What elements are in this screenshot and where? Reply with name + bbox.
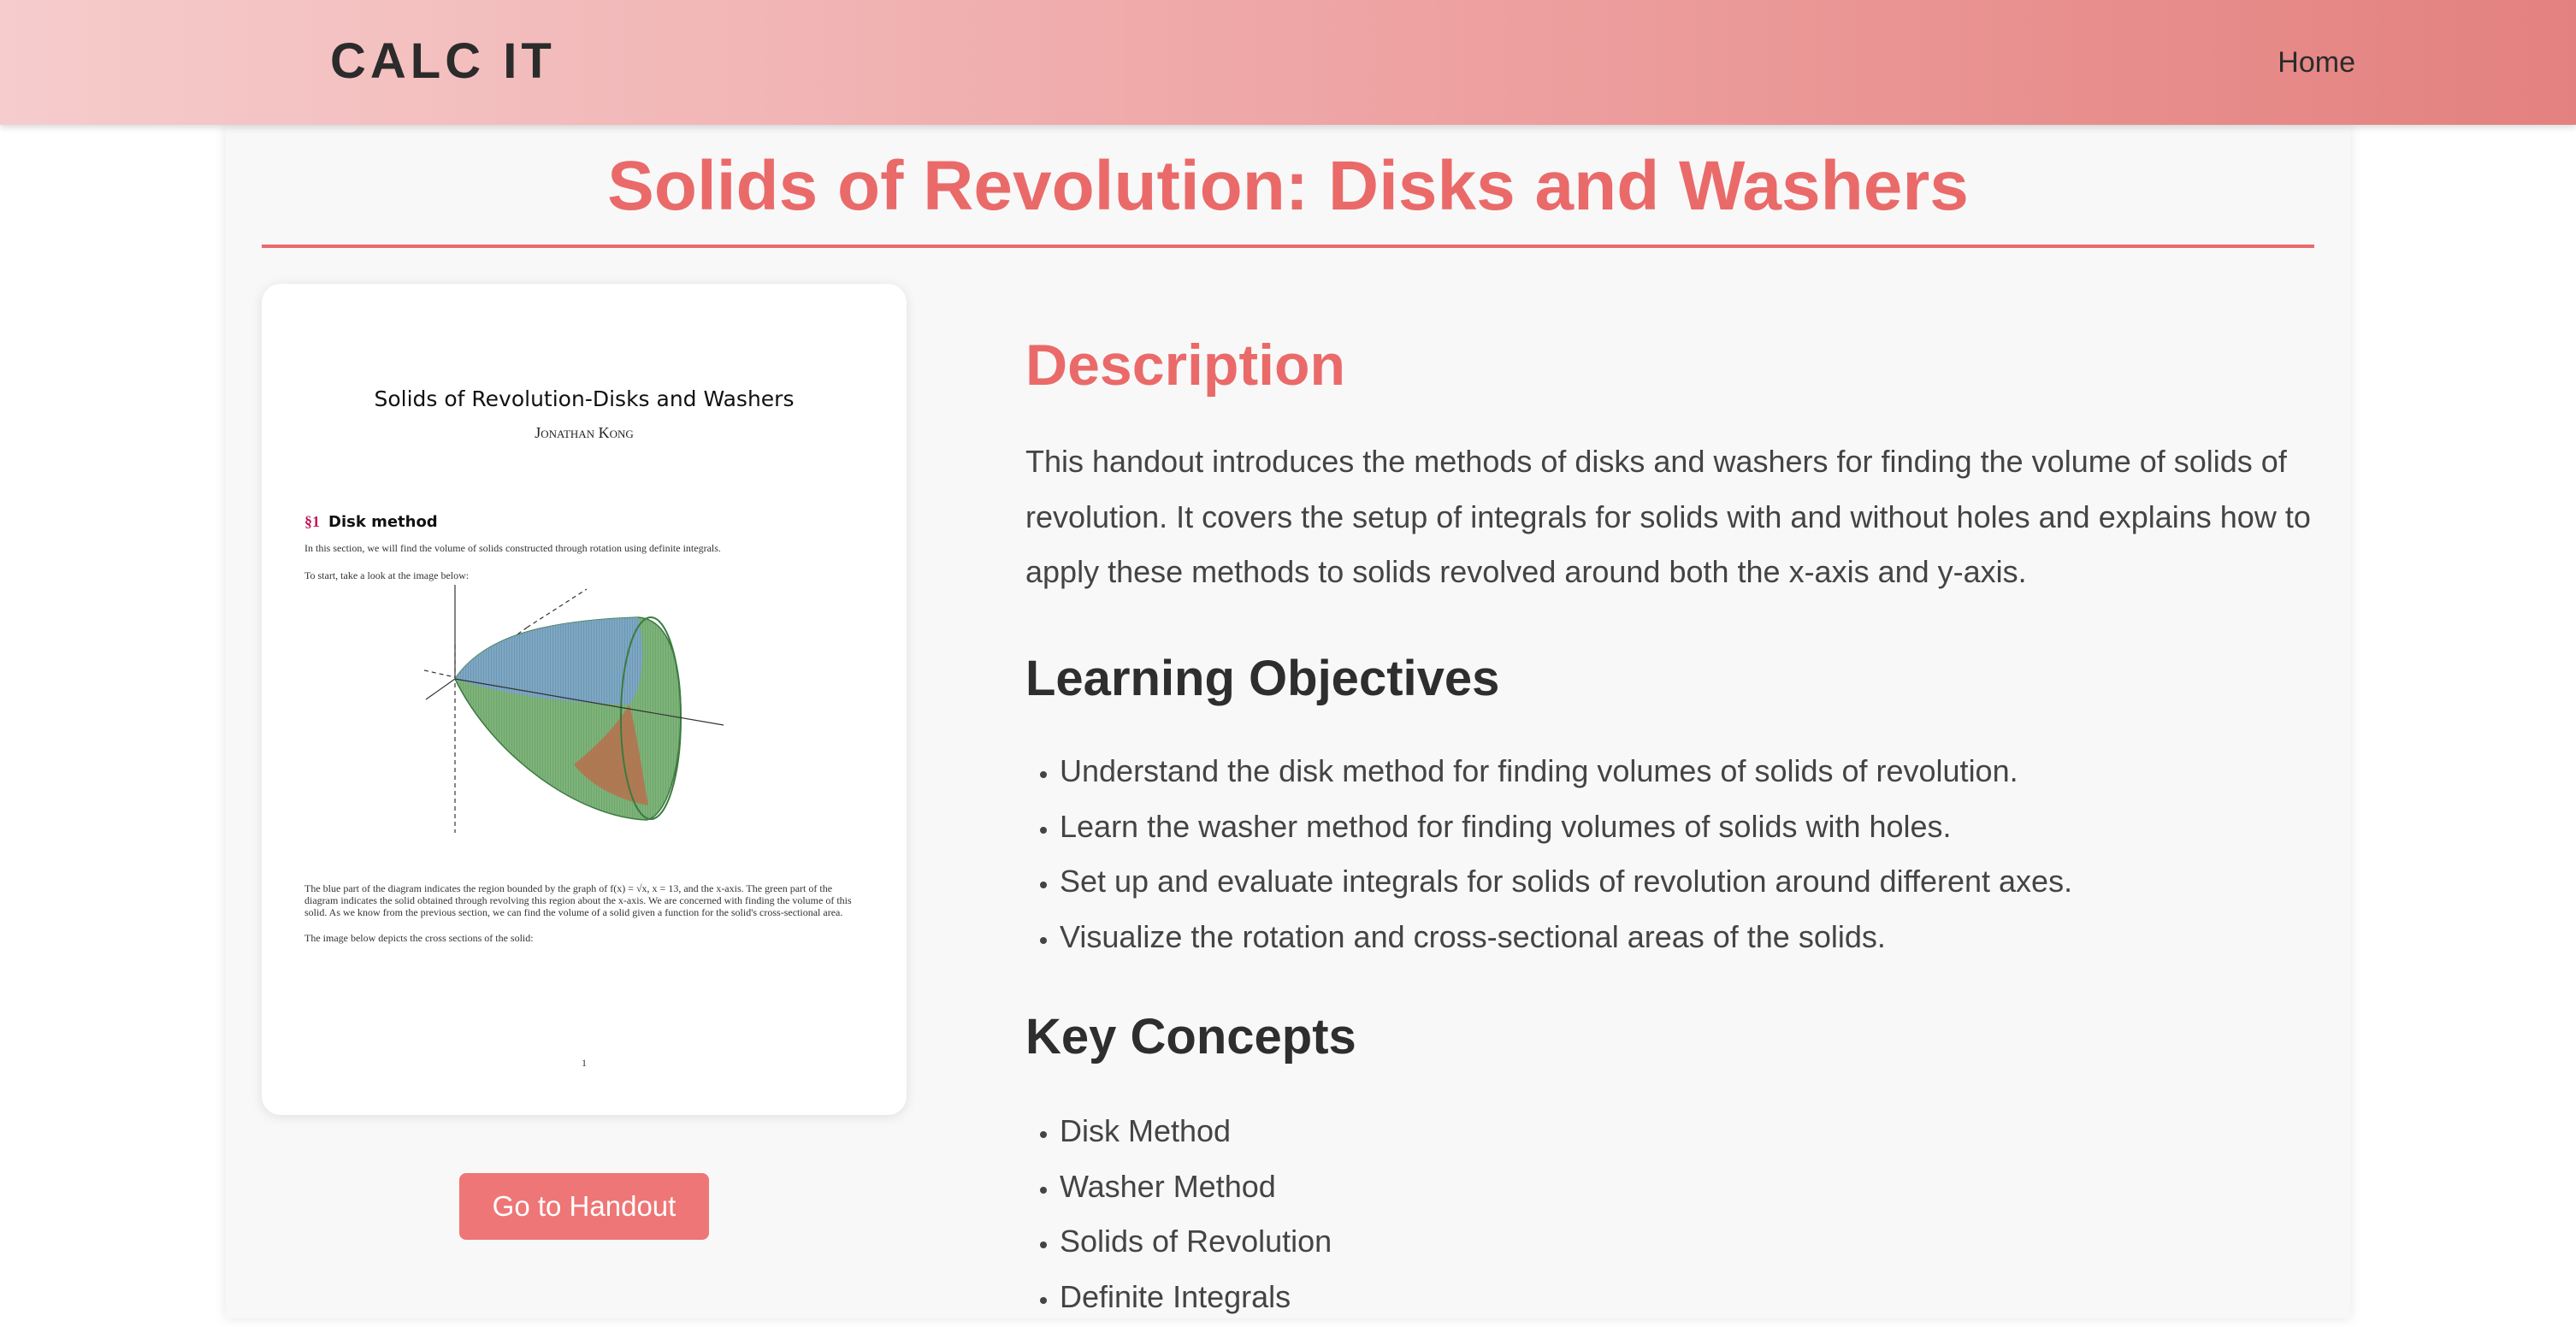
preview-paragraph-4: The image below depicts the cross sectio… xyxy=(304,932,534,944)
main-content: Solids of Revolution: Disks and Washers … xyxy=(226,125,2350,1318)
preview-doc-title: Solids of Revolution-Disks and Washers xyxy=(374,386,795,411)
objective-item: Understand the disk method for finding v… xyxy=(1060,744,2072,799)
description-heading: Description xyxy=(1025,333,1346,398)
solid-of-revolution-figure xyxy=(424,585,724,833)
preview-paragraph-2: To start, take a look at the image below… xyxy=(304,569,470,581)
key-concepts-heading: Key Concepts xyxy=(1025,1009,1356,1065)
nav-home-link[interactable]: Home xyxy=(2278,43,2355,82)
title-divider xyxy=(262,245,2314,248)
preview-page-number: 1 xyxy=(582,1057,587,1069)
go-to-handout-button[interactable]: Go to Handout xyxy=(459,1173,709,1240)
concept-item: Solids of Revolution xyxy=(1060,1214,1332,1270)
preview-section-title: Disk method xyxy=(328,513,438,531)
description-text: This handout introduces the methods of d… xyxy=(1025,444,2311,589)
concept-item: Disk Method xyxy=(1060,1104,1332,1159)
objectives-heading: Learning Objectives xyxy=(1025,651,1500,706)
concept-item: Washer Method xyxy=(1060,1159,1332,1215)
preview-doc-author: Jonathan Kong xyxy=(535,424,634,441)
objectives-list: Understand the disk method for finding v… xyxy=(1025,744,2072,964)
handout-preview-card[interactable]: Solids of Revolution-Disks and Washers J… xyxy=(262,284,907,1115)
objective-item: Set up and evaluate integrals for solids… xyxy=(1060,854,2072,910)
brand-logo[interactable]: CALC IT xyxy=(330,31,556,92)
preview-section-heading: §1 Disk method xyxy=(304,513,438,531)
page-title: Solids of Revolution: Disks and Washers xyxy=(607,147,1969,225)
concept-item: Definite Integrals xyxy=(1060,1270,1332,1325)
preview-section-number: §1 xyxy=(304,513,320,530)
preview-paragraph-1: In this section, we will find the volume… xyxy=(304,542,721,554)
key-concepts-list: Disk Method Washer Method Solids of Revo… xyxy=(1025,1104,1332,1324)
objective-item: Visualize the rotation and cross-section… xyxy=(1060,910,2072,965)
objective-item: Learn the washer method for finding volu… xyxy=(1060,799,2072,855)
top-navbar: CALC IT Home xyxy=(0,0,2576,125)
preview-paragraph-3: The blue part of the diagram indicates t… xyxy=(304,882,852,918)
